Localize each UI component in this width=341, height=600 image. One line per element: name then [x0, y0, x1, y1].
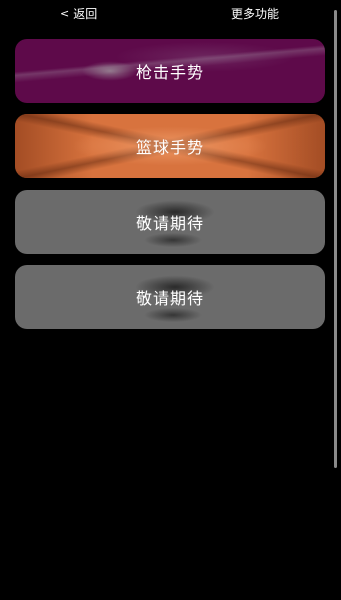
top-bar: < 返回 更多功能: [0, 0, 341, 26]
back-button[interactable]: < 返回: [60, 5, 97, 22]
more-functions-button[interactable]: 更多功能: [231, 5, 279, 22]
coming-soon-card[interactable]: 敬请期待: [15, 265, 325, 329]
scrollbar[interactable]: [334, 10, 337, 468]
card-label: 篮球手势: [135, 138, 204, 157]
gun-gesture-card[interactable]: 枪击手势: [15, 39, 325, 103]
card-label: 敬请期待: [135, 214, 204, 233]
chevron-left-icon: <: [60, 6, 70, 20]
back-label: 返回: [73, 7, 98, 21]
basketball-gesture-card[interactable]: 篮球手势: [15, 114, 325, 178]
coming-soon-card[interactable]: 敬请期待: [15, 190, 325, 254]
card-label: 枪击手势: [135, 63, 204, 82]
card-label: 敬请期待: [135, 289, 204, 308]
